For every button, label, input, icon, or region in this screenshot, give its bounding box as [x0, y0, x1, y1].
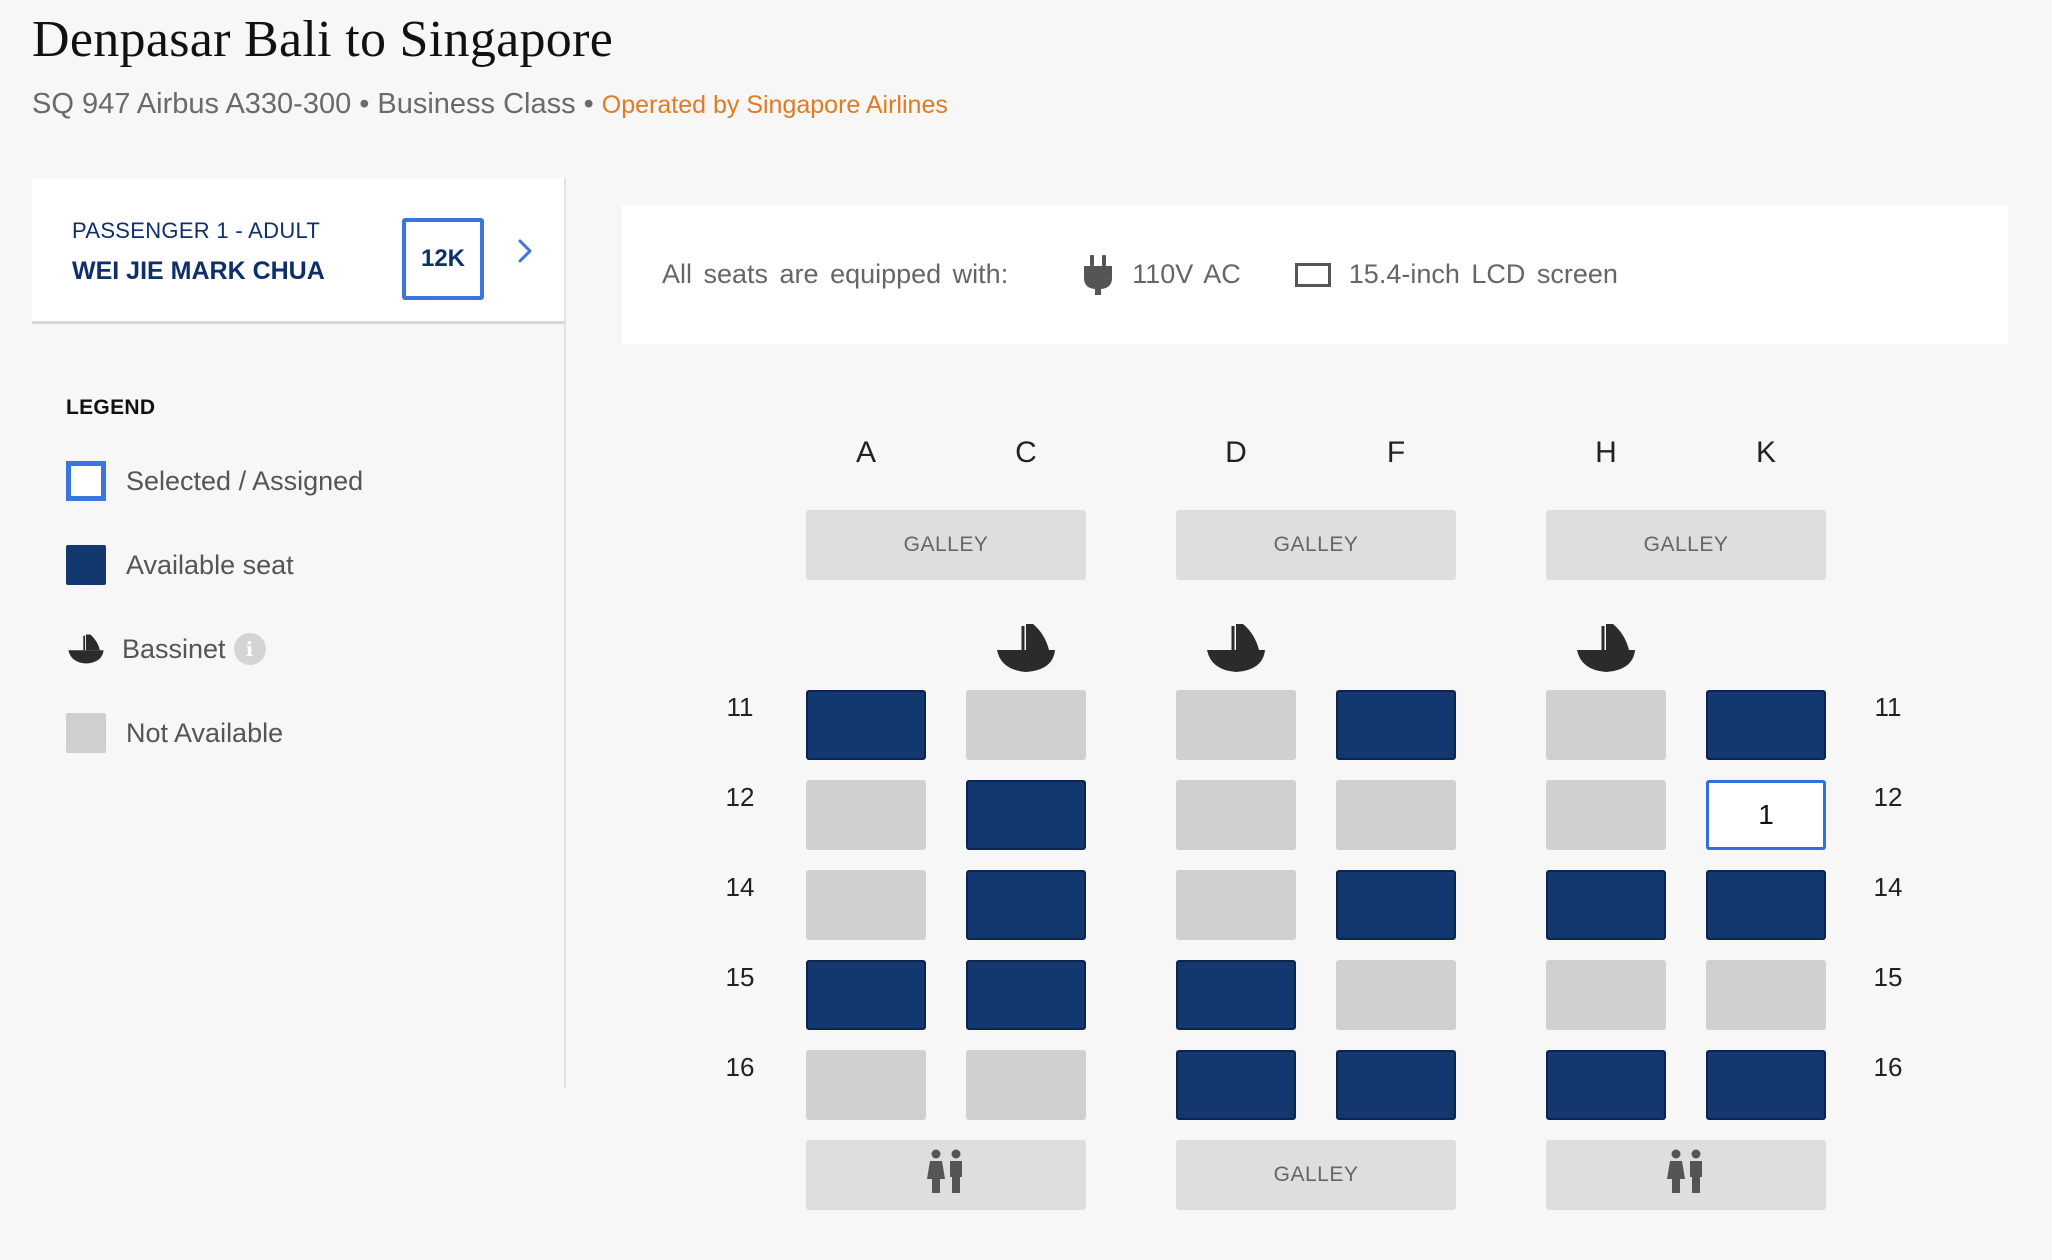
bassinet-icon — [68, 634, 104, 664]
seat-12c[interactable] — [966, 780, 1086, 850]
column-label-c: C — [1015, 436, 1037, 469]
seat-15h — [1546, 960, 1666, 1030]
legend-label: Available seat — [126, 549, 294, 580]
seat-16h[interactable] — [1546, 1050, 1666, 1120]
legend-item-not-available: Not Available — [66, 712, 283, 754]
seat-14k[interactable] — [1706, 870, 1826, 940]
seat-11h — [1546, 690, 1666, 760]
seat-11c — [966, 690, 1086, 760]
passenger-label: PASSENGER 1 - ADULT — [72, 218, 321, 243]
seat-16d[interactable] — [1176, 1050, 1296, 1120]
seat-14d — [1176, 870, 1296, 940]
row-number: 16 — [725, 1052, 755, 1082]
cabin-class: Business Class — [377, 88, 576, 120]
left-panel: PASSENGER 1 - ADULT WEI JIE MARK CHUA 12… — [32, 178, 566, 1088]
passenger-seat-badge[interactable]: 12K — [402, 218, 484, 300]
row-number: 11 — [1874, 692, 1902, 722]
seat-14c[interactable] — [966, 870, 1086, 940]
seat-12f — [1336, 780, 1456, 850]
seat-14f[interactable] — [1336, 870, 1456, 940]
amenity-label: 15.4-inch LCD screen — [1348, 259, 1618, 289]
seat-15k — [1706, 960, 1826, 1030]
flight-subtitle: SQ 947 Airbus A330-300 • Business Class • Op… — [32, 88, 948, 121]
seat-11d — [1176, 690, 1296, 760]
legend-label: Selected / Assigned — [126, 465, 364, 496]
amenity-bar: All seats are equipped with: 110V AC 15.… — [622, 205, 2008, 344]
not-available-swatch — [66, 713, 106, 753]
row-number: 12 — [725, 782, 755, 812]
seat-12k[interactable]: 1 — [1706, 780, 1826, 850]
seat-12d — [1176, 780, 1296, 850]
row-number: 16 — [1873, 1052, 1903, 1082]
page-title: Denpasar Bali to Singapore — [32, 11, 614, 68]
column-label-k: K — [1755, 436, 1776, 469]
seat-11k[interactable] — [1706, 690, 1826, 760]
seat-11a[interactable] — [806, 690, 926, 760]
legend-label: Bassinet — [122, 633, 226, 664]
info-icon[interactable]: i — [233, 633, 266, 665]
column-label-f: F — [1386, 436, 1406, 469]
amenity-screen: 15.4-inch LCD screen — [1294, 259, 1618, 290]
row-number: 15 — [1873, 962, 1903, 992]
seat-14a — [806, 870, 926, 940]
seat-15d[interactable] — [1176, 960, 1296, 1030]
chevron-right-icon[interactable] — [510, 236, 540, 266]
power-plug-icon — [1082, 254, 1114, 296]
legend-label: Not Available — [126, 717, 284, 748]
separator: • — [583, 88, 594, 120]
amenity-label: 110V AC — [1132, 259, 1241, 289]
passenger-card[interactable]: PASSENGER 1 - ADULT WEI JIE MARK CHUA 12… — [32, 178, 564, 324]
legend-title: LEGEND — [66, 396, 156, 419]
legend-item-bassinet: Bassinet i — [66, 628, 266, 670]
seat-16c — [966, 1050, 1086, 1120]
screen-icon — [1294, 262, 1331, 287]
lavatory-icon — [926, 1149, 966, 1201]
lavatory-block — [806, 1140, 1086, 1210]
lavatory-icon — [1666, 1149, 1706, 1201]
seat-12h — [1546, 780, 1666, 850]
seat-14h[interactable] — [1546, 870, 1666, 940]
seat-16k[interactable] — [1706, 1050, 1826, 1120]
column-label-d: D — [1225, 436, 1247, 469]
available-swatch — [66, 545, 106, 585]
separator: • — [359, 88, 370, 120]
galley-block: GALLEY — [1546, 510, 1826, 580]
operated-by: Operated by Singapore Airlines — [601, 91, 948, 119]
seat-11f[interactable] — [1336, 690, 1456, 760]
galley-block: GALLEY — [806, 510, 1086, 580]
galley-block: GALLEY — [1176, 510, 1456, 580]
seat-15c[interactable] — [966, 960, 1086, 1030]
row-number: 14 — [725, 872, 755, 902]
legend-item-selected: Selected / Assigned — [66, 460, 363, 502]
lavatory-block — [1546, 1140, 1826, 1210]
row-number: 14 — [1873, 872, 1903, 902]
column-label-h: H — [1595, 436, 1617, 469]
seat-12a — [806, 780, 926, 850]
seat-16a — [806, 1050, 926, 1120]
passenger-name: WEI JIE MARK CHUA — [72, 257, 325, 285]
galley-block: GALLEY — [1176, 1140, 1456, 1210]
bassinet-icon — [1573, 620, 1639, 676]
column-label-a: A — [855, 436, 876, 469]
row-number: 15 — [725, 962, 755, 992]
bassinet-icon — [993, 620, 1059, 676]
seat-16f[interactable] — [1336, 1050, 1456, 1120]
row-number: 11 — [726, 692, 754, 722]
selected-swatch — [66, 461, 106, 501]
seat-15a[interactable] — [806, 960, 926, 1030]
flight-number-aircraft: SQ 947 Airbus A330-300 — [32, 88, 352, 120]
seat-15f — [1336, 960, 1456, 1030]
legend-item-available: Available seat — [66, 544, 294, 586]
row-number: 12 — [1873, 782, 1903, 812]
amenity-lead: All seats are equipped with: — [662, 259, 1009, 289]
bassinet-icon — [1203, 620, 1269, 676]
amenity-power: 110V AC — [1082, 254, 1241, 296]
